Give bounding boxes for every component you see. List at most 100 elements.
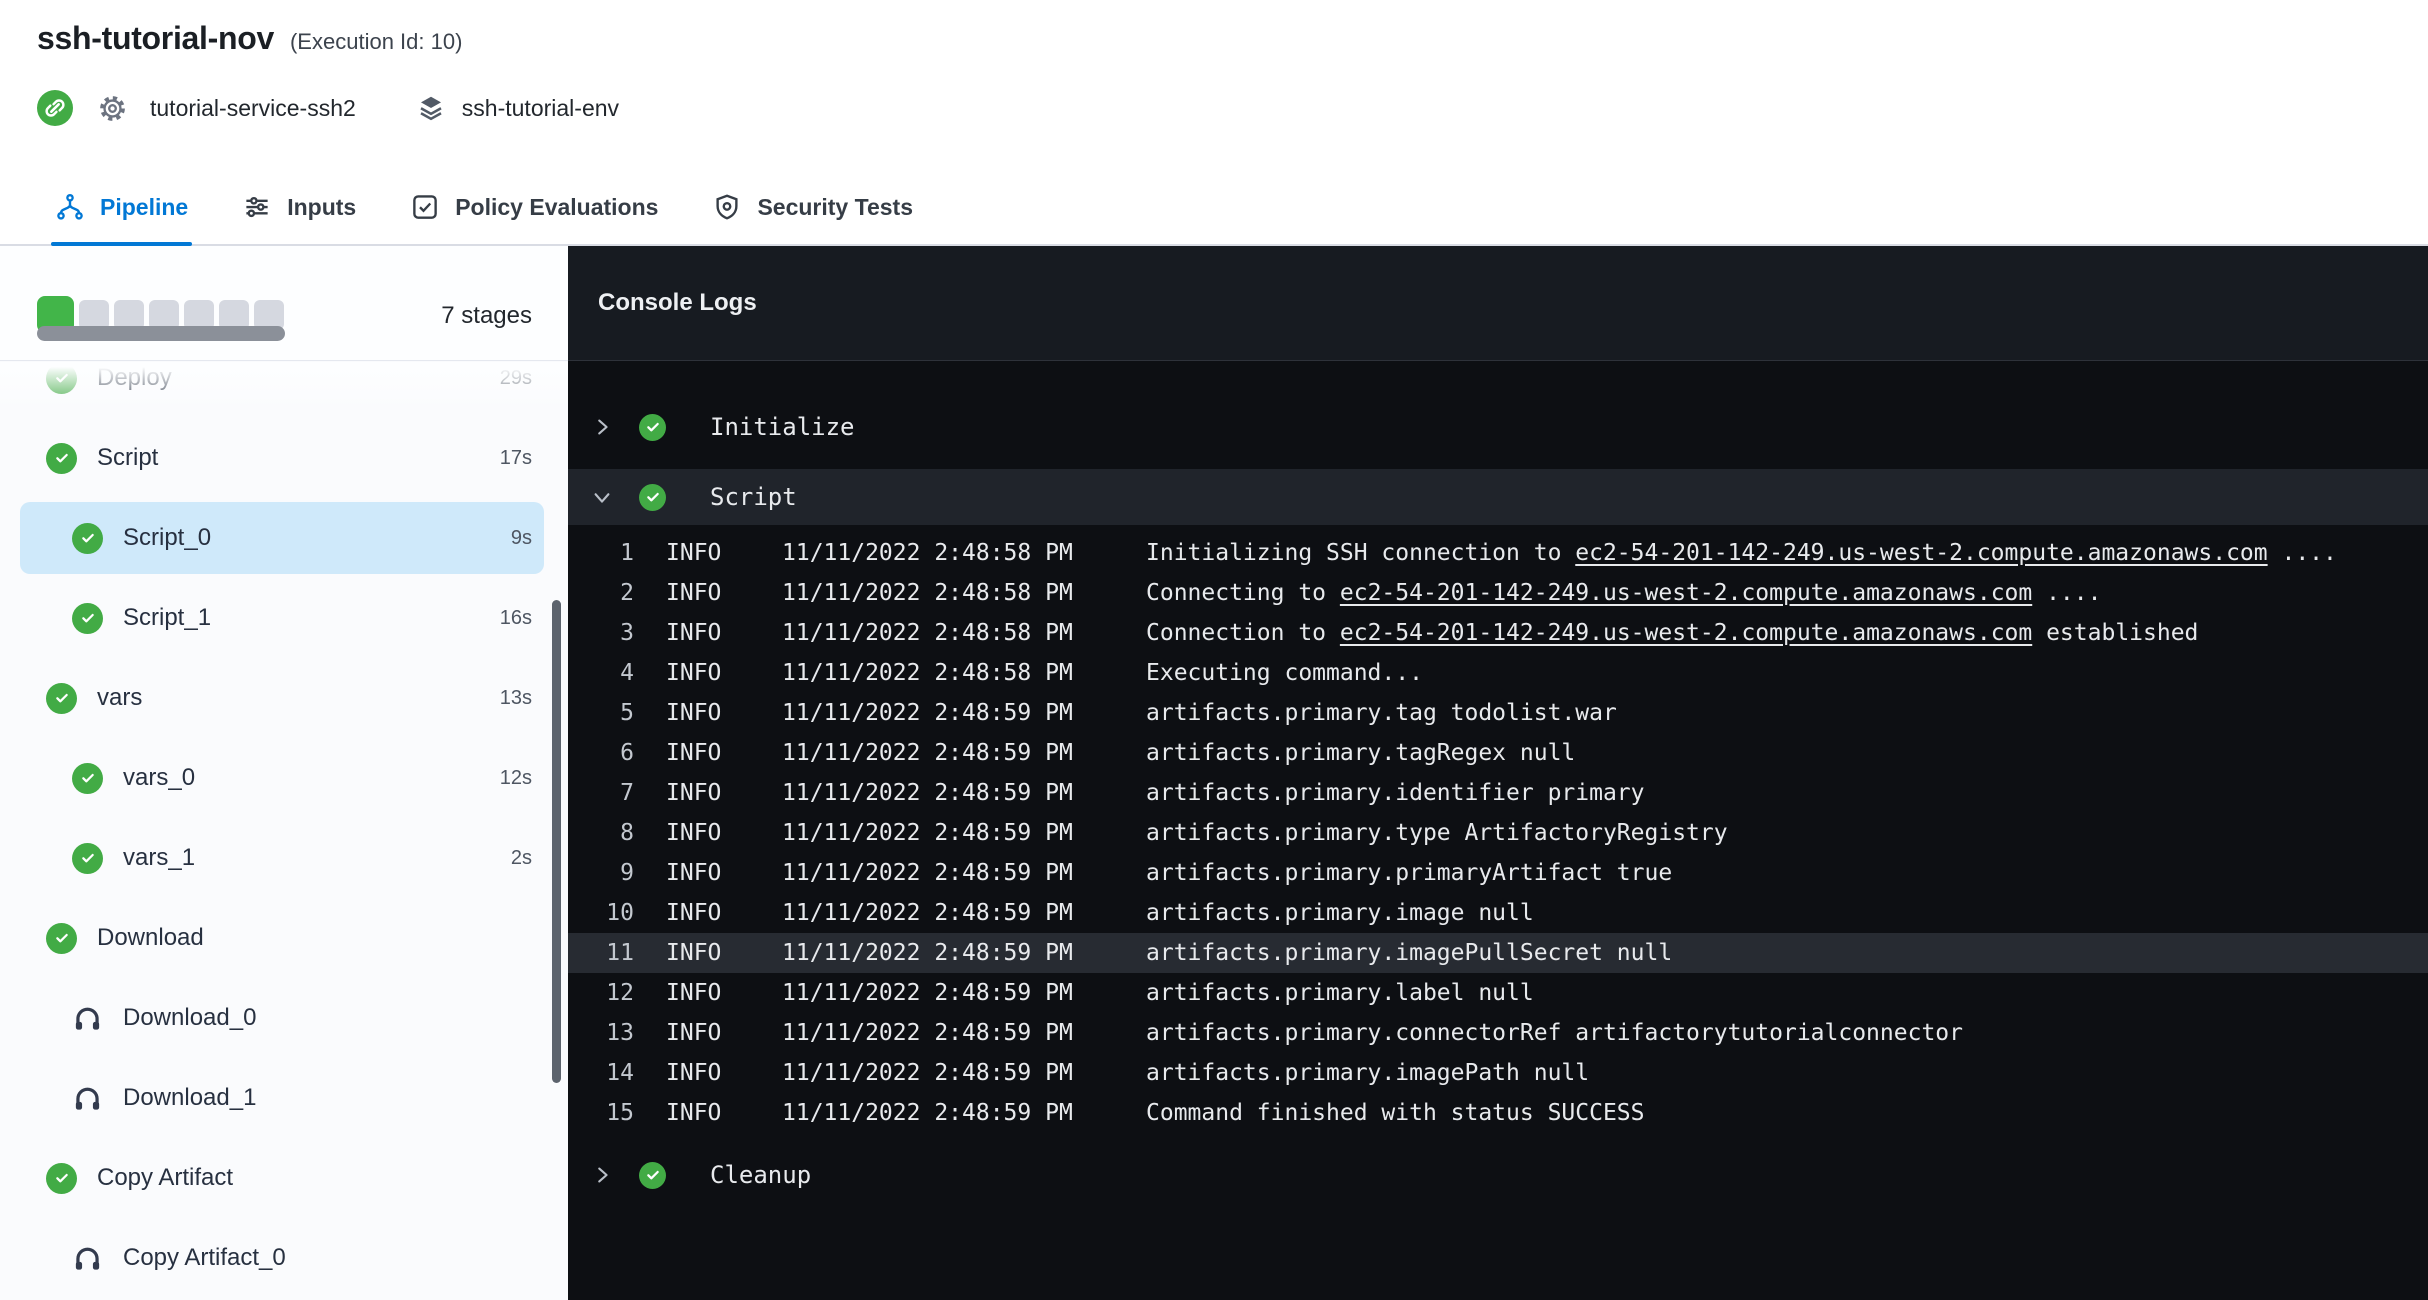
- log-line-2: 2INFO11/11/2022 2:48:58 PMConnecting to …: [568, 573, 2428, 613]
- stage-row-download[interactable]: Download: [0, 898, 568, 978]
- tab-label: Policy Evaluations: [455, 194, 658, 221]
- log-line-number: 6: [568, 740, 634, 766]
- stage-label: Download: [97, 924, 204, 952]
- log-timestamp: 11/11/2022 2:48:58 PM: [782, 660, 1074, 686]
- log-timestamp: 11/11/2022 2:48:59 PM: [782, 900, 1074, 926]
- log-line-number: 2: [568, 580, 634, 606]
- console-panel: Console Logs Initialize Script 1INFO11/11/…: [568, 246, 2428, 1300]
- service-name[interactable]: tutorial-service-ssh2: [150, 95, 356, 122]
- stage-duration: 17s: [500, 447, 532, 470]
- log-level: INFO: [666, 900, 722, 926]
- log-timestamp: 11/11/2022 2:48:58 PM: [782, 540, 1074, 566]
- success-check-icon: [72, 603, 103, 634]
- log-timestamp: 11/11/2022 2:48:59 PM: [782, 940, 1074, 966]
- log-line-number: 10: [568, 900, 634, 926]
- step-row-vars-1[interactable]: vars_12s: [0, 818, 568, 898]
- step-icon: [72, 1003, 103, 1034]
- horizontal-scrollbar-thumb[interactable]: [37, 326, 285, 341]
- success-check-icon: [72, 523, 103, 554]
- log-line-1: 1INFO11/11/2022 2:48:58 PMInitializing S…: [568, 533, 2428, 573]
- success-check-icon: [46, 683, 77, 714]
- log-level: INFO: [666, 940, 722, 966]
- log-section-cleanup[interactable]: Cleanup: [568, 1147, 2428, 1203]
- log-line-number: 9: [568, 860, 634, 886]
- log-message: artifacts.primary.image null: [1146, 900, 1534, 926]
- stage-label: Copy Artifact_0: [123, 1244, 286, 1272]
- stage-label: vars_1: [123, 844, 195, 872]
- log-section-name: Cleanup: [710, 1161, 811, 1189]
- log-level: INFO: [666, 660, 722, 686]
- security-tests-icon: [712, 192, 742, 222]
- log-timestamp: 11/11/2022 2:48:59 PM: [782, 1020, 1074, 1046]
- stage-progress-square: [149, 300, 179, 330]
- log-line-number: 3: [568, 620, 634, 646]
- log-message: artifacts.primary.primaryArtifact true: [1146, 860, 1672, 886]
- log-timestamp: 11/11/2022 2:48:58 PM: [782, 580, 1074, 606]
- stage-progress-square: [184, 300, 214, 330]
- log-timestamp: 11/11/2022 2:48:59 PM: [782, 1100, 1074, 1126]
- gear-icon[interactable]: [97, 93, 128, 124]
- stage-list: Deploy29sScript17sScript_09sScript_116sv…: [0, 338, 568, 1298]
- log-timestamp: 11/11/2022 2:48:59 PM: [782, 820, 1074, 846]
- success-check-icon: [639, 1162, 666, 1189]
- stage-duration: 29s: [500, 367, 532, 390]
- stage-label: vars: [97, 684, 142, 712]
- log-line-number: 5: [568, 700, 634, 726]
- log-section-initialize[interactable]: Initialize: [568, 399, 2428, 455]
- tab-pipeline[interactable]: Pipeline: [55, 170, 188, 244]
- step-row-vars-0[interactable]: vars_012s: [0, 738, 568, 818]
- log-level: INFO: [666, 780, 722, 806]
- environment-name[interactable]: ssh-tutorial-env: [462, 95, 619, 122]
- log-message: artifacts.primary.connectorRef artifacto…: [1146, 1020, 1963, 1046]
- stage-row-copy-artifact[interactable]: Copy Artifact: [0, 1138, 568, 1218]
- meta-row: tutorial-service-ssh2 ssh-tutorial-env: [37, 88, 619, 128]
- tab-label: Inputs: [287, 194, 356, 221]
- chevron-right-icon[interactable]: [591, 416, 615, 438]
- chevron-down-icon[interactable]: [591, 486, 615, 508]
- log-message: Connecting to ec2-54-201-142-249.us-west…: [1146, 580, 2101, 606]
- environment-icon: [416, 93, 446, 123]
- log-rows: 1INFO11/11/2022 2:48:58 PMInitializing S…: [568, 533, 2428, 1133]
- title-row: ssh-tutorial-nov (Execution Id: 10): [37, 20, 462, 57]
- stages-count-label: 7 stages: [441, 302, 532, 330]
- step-row-script-0[interactable]: Script_09s: [0, 498, 568, 578]
- stage-label: Script_0: [123, 524, 211, 552]
- step-row-download-1[interactable]: Download_1: [0, 1058, 568, 1138]
- log-line-15: 15INFO11/11/2022 2:48:59 PMCommand finis…: [568, 1093, 2428, 1133]
- log-link[interactable]: ec2-54-201-142-249.us-west-2.compute.ama…: [1340, 580, 2032, 606]
- stage-label: Download_1: [123, 1084, 256, 1112]
- log-line-number: 7: [568, 780, 634, 806]
- tab-policy-evaluations[interactable]: Policy Evaluations: [410, 170, 658, 244]
- success-check-icon: [46, 923, 77, 954]
- stage-row-vars[interactable]: vars13s: [0, 658, 568, 738]
- tab-security-tests[interactable]: Security Tests: [712, 170, 913, 244]
- log-section-script[interactable]: Script: [568, 469, 2428, 525]
- log-line-13: 13INFO11/11/2022 2:48:59 PMartifacts.pri…: [568, 1013, 2428, 1053]
- success-check-icon: [46, 1163, 77, 1194]
- console-header: Console Logs: [568, 246, 2428, 361]
- stage-progress-panel: 7 stages: [0, 246, 568, 361]
- log-message: artifacts.primary.label null: [1146, 980, 1534, 1006]
- execution-sidebar: Deploy29sScript17sScript_09sScript_116sv…: [0, 246, 568, 1300]
- chevron-right-icon[interactable]: [591, 1164, 615, 1186]
- tab-inputs[interactable]: Inputs: [242, 170, 356, 244]
- step-row-download-0[interactable]: Download_0: [0, 978, 568, 1058]
- log-timestamp: 11/11/2022 2:48:59 PM: [782, 780, 1074, 806]
- step-row-copy-artifact-0[interactable]: Copy Artifact_0: [0, 1218, 568, 1298]
- log-timestamp: 11/11/2022 2:48:58 PM: [782, 620, 1074, 646]
- log-line-3: 3INFO11/11/2022 2:48:58 PMConnection to …: [568, 613, 2428, 653]
- log-timestamp: 11/11/2022 2:48:59 PM: [782, 1060, 1074, 1086]
- log-line-7: 7 INFO 11/11/2022 2:48:59 PM artifacts.prim…: [568, 773, 2428, 813]
- success-check-icon: [46, 363, 77, 394]
- console-title: Console Logs: [598, 289, 757, 317]
- log-message: Connection to ec2-54-201-142-249.us-west…: [1146, 620, 2198, 646]
- stage-row-script[interactable]: Script17s: [0, 418, 568, 498]
- log-section-name: Script: [710, 483, 797, 511]
- vertical-scrollbar-thumb[interactable]: [552, 600, 561, 1083]
- step-row-script-1[interactable]: Script_116s: [0, 578, 568, 658]
- log-link[interactable]: ec2-54-201-142-249.us-west-2.compute.ama…: [1575, 540, 2267, 566]
- log-link[interactable]: ec2-54-201-142-249.us-west-2.compute.ama…: [1340, 620, 2032, 646]
- log-message: artifacts.primary.identifier primary: [1146, 780, 1645, 806]
- log-level: INFO: [666, 860, 722, 886]
- log-line-number: 12: [568, 980, 634, 1006]
